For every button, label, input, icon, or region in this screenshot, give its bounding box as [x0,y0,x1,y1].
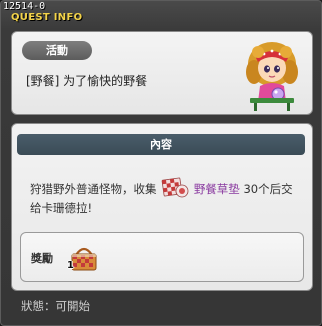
quest-id: 12514-0 [3,1,46,12]
quest-description: 狩猎野外普通怪物，收集 野餐草垫 30个后交给卡珊德拉! [30,177,300,218]
quest-item-name[interactable]: 野餐草垫 [194,182,240,196]
quest-status: 狀態：可開始 [21,299,90,313]
description-before: 狩猎野外普通怪物，收集 [30,182,157,196]
quest-name: [野餐] 为了愉快的野餐 [26,74,148,88]
content-panel: 內容 狩猎野外普通怪物，收集 野餐草垫 30个后交给卡珊德拉! 獎勵 1 [11,123,313,291]
reward-box: 獎勵 1 [20,232,304,282]
activity-panel: 活動 [野餐] 为了愉快的野餐 [11,31,313,115]
activity-badge: 活動 [22,41,92,60]
npc-portrait-icon [246,42,298,111]
picnic-mat-icon [161,177,189,198]
reward-label: 獎勵 [31,252,53,265]
reward-quantity: 1 [67,260,74,271]
quest-info-window: 12514-0 QUEST INFO 活動 [野餐] 为了愉快的野餐 內容 狩猎… [0,0,322,326]
window-title: QUEST INFO [11,12,83,23]
content-header: 內容 [17,134,305,155]
